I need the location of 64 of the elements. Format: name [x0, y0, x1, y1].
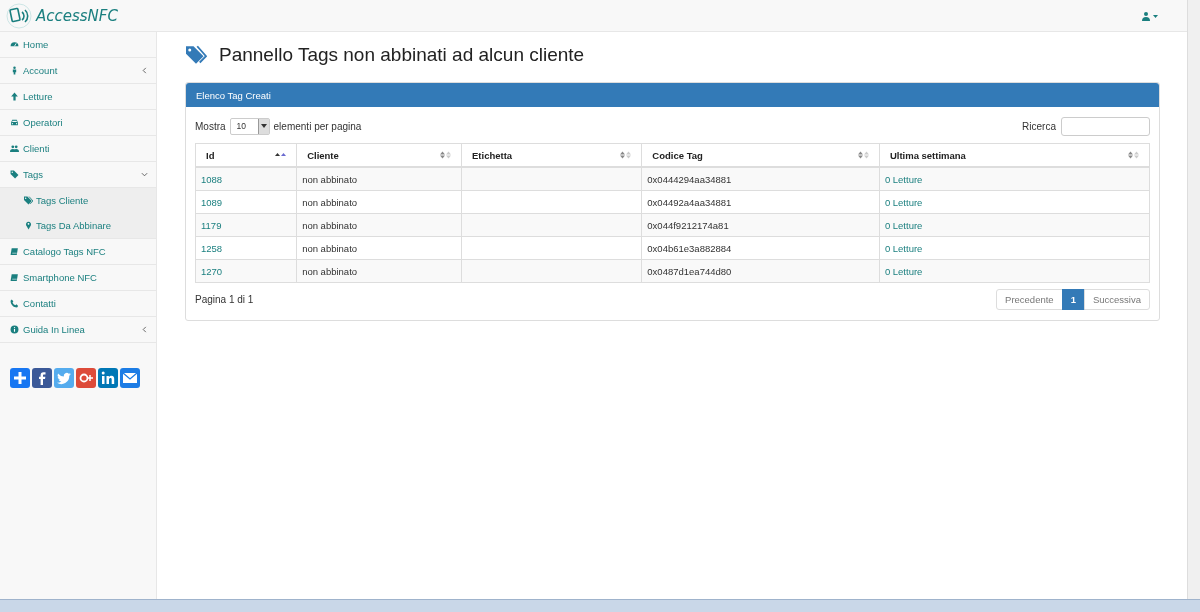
page-length-select[interactable]: 10: [229, 117, 270, 135]
table-cell: non abbinato: [296, 190, 462, 214]
book-icon: [10, 273, 19, 282]
caret-icon: [260, 124, 267, 128]
search-label: Ricerca: [1022, 120, 1056, 132]
pin-icon: [24, 221, 33, 230]
panel-heading: Elenco Tag Creati: [186, 83, 1159, 107]
readings-link[interactable]: 0 Letture: [884, 196, 923, 208]
sidebar-item[interactable]: Account: [0, 58, 156, 84]
plus-share-icon[interactable]: [10, 368, 30, 388]
search-field[interactable]: [1061, 116, 1150, 136]
book-icon: [10, 247, 19, 256]
facebook-share-icon[interactable]: [32, 368, 52, 388]
brand-name[interactable]: AccessNFC: [36, 6, 118, 25]
users-icon: [10, 144, 19, 153]
length-label: elementi per pagina: [273, 120, 362, 132]
google-share-icon[interactable]: [76, 368, 96, 388]
table-cell: non abbinato: [296, 236, 462, 260]
linkedin-share-icon[interactable]: [98, 368, 118, 388]
sidebar-item[interactable]: Clienti: [0, 136, 156, 162]
id-link[interactable]: 1258: [201, 242, 223, 254]
user-menu-icon[interactable]: [1142, 10, 1160, 21]
length-label: Mostra: [195, 120, 226, 132]
sidebar-subitem[interactable]: Tags Da Abbinare: [0, 213, 156, 238]
info-icon: [10, 325, 19, 334]
sidebar-item[interactable]: Home: [0, 32, 156, 58]
sidebar-item[interactable]: Smartphone NFC: [0, 265, 156, 291]
tags-icon: [185, 45, 207, 65]
sidebar-item[interactable]: Operatori: [0, 110, 156, 136]
id-link[interactable]: 1088: [201, 173, 223, 185]
readings-link[interactable]: 0 Letture: [884, 265, 923, 277]
table-cell: 0x04b61e3a882884: [641, 236, 880, 260]
sidebar-item[interactable]: Letture: [0, 84, 156, 110]
pagination-button[interactable]: Precedente: [996, 289, 1063, 310]
readings-link[interactable]: 0 Letture: [884, 173, 923, 185]
pagination-button[interactable]: Successiva: [1083, 289, 1150, 310]
mail-share-icon[interactable]: [120, 368, 140, 388]
table-cell: non abbinato: [296, 167, 462, 191]
person-icon: [10, 66, 19, 75]
table-cell: non abbinato: [296, 259, 462, 283]
id-link[interactable]: 1089: [201, 196, 223, 208]
sidebar-subitem[interactable]: Tags Cliente: [0, 188, 156, 213]
table-cell: 0x0487d1ea744d80: [641, 259, 880, 283]
page-info: Pagina 1 di 1: [195, 294, 254, 305]
sidebar-item[interactable]: Guida In Linea: [0, 317, 156, 343]
readings-link[interactable]: 0 Letture: [884, 242, 923, 254]
arrow-icon: [10, 92, 19, 101]
car-icon: [10, 118, 19, 127]
id-link[interactable]: 1270: [201, 265, 223, 277]
tag-icon: [10, 170, 19, 179]
logo-icon: [6, 2, 32, 29]
page-title: Pannello Tags non abbinati ad alcun cliente: [219, 44, 585, 66]
table-cell: non abbinato: [296, 213, 462, 237]
tags-icon: [24, 196, 33, 205]
table-cell: 0x044f9212174a81: [641, 213, 880, 237]
readings-link[interactable]: 0 Letture: [884, 219, 923, 231]
pagination-button[interactable]: 1: [1061, 289, 1085, 310]
dashboard-icon: [10, 40, 19, 49]
table-cell: 0x0444294aa34881: [641, 167, 880, 191]
sidebar-item[interactable]: Contatti: [0, 291, 156, 317]
sidebar-item[interactable]: Catalogo Tags NFC: [0, 239, 156, 265]
phone-icon: [10, 299, 19, 308]
table-cell: 0x04492a4aa34881: [641, 190, 880, 214]
id-link[interactable]: 1179: [201, 219, 222, 231]
